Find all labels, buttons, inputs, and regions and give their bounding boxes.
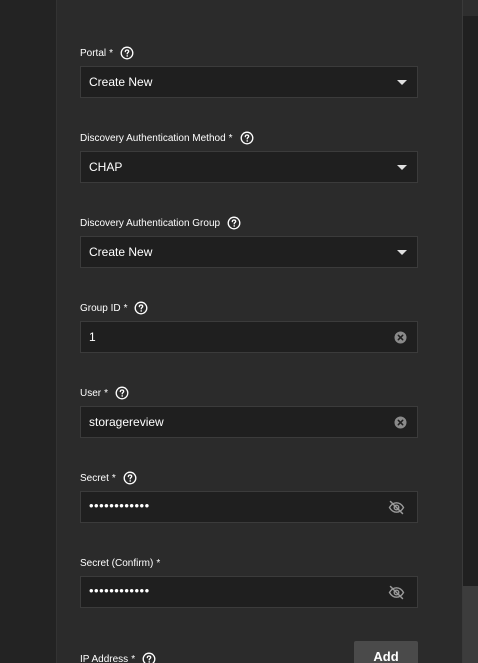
- secret-value: ••••••••••••: [89, 498, 150, 513]
- group-id-value: 1: [89, 330, 96, 344]
- secret-field: Secret * ••••••••••••: [80, 469, 418, 523]
- help-icon[interactable]: [120, 46, 134, 60]
- scrollbar-track[interactable]: [462, 0, 478, 663]
- secret-label: Secret: [80, 472, 109, 484]
- clear-icon[interactable]: [394, 416, 407, 429]
- portal-label: Portal: [80, 47, 107, 59]
- scrollbar-top: [463, 0, 478, 16]
- help-icon[interactable]: [240, 131, 254, 145]
- add-ip-address-button[interactable]: Add: [354, 641, 418, 663]
- help-icon[interactable]: [115, 386, 129, 400]
- portal-select-value: Create New: [89, 75, 153, 89]
- user-label: User: [80, 387, 102, 399]
- required-marker: *: [111, 472, 116, 484]
- caret-down-icon: [397, 80, 407, 85]
- discovery-auth-group-select[interactable]: Create New: [80, 236, 418, 268]
- user-field: User * storagereview: [80, 384, 418, 438]
- eye-off-icon[interactable]: [388, 500, 405, 515]
- help-icon[interactable]: [123, 471, 137, 485]
- discovery-auth-method-field: Discovery Authentication Method * CHAP: [80, 129, 418, 183]
- group-id-field: Group ID * 1: [80, 299, 418, 353]
- secret-confirm-label-row: Secret (Confirm) *: [80, 554, 418, 572]
- secret-label-row: Secret *: [80, 469, 418, 487]
- help-icon[interactable]: [227, 216, 241, 230]
- user-input[interactable]: storagereview: [80, 406, 418, 438]
- group-id-label-row: Group ID *: [80, 299, 418, 317]
- required-marker: *: [109, 47, 114, 59]
- user-value: storagereview: [89, 415, 164, 429]
- discovery-auth-group-value: Create New: [89, 245, 153, 259]
- required-marker: *: [156, 557, 161, 569]
- eye-off-icon[interactable]: [388, 585, 405, 600]
- required-marker: *: [131, 653, 136, 663]
- portal-label-row: Portal *: [80, 44, 418, 62]
- discovery-auth-group-field: Discovery Authentication Group Create Ne…: [80, 214, 418, 268]
- caret-down-icon: [397, 165, 407, 170]
- discovery-auth-method-label: Discovery Authentication Method: [80, 132, 226, 144]
- discovery-auth-method-label-row: Discovery Authentication Method *: [80, 129, 418, 147]
- group-id-input[interactable]: 1: [80, 321, 418, 353]
- secret-confirm-value: ••••••••••••: [89, 583, 150, 598]
- secret-confirm-label: Secret (Confirm): [80, 557, 154, 569]
- required-marker: *: [104, 387, 109, 399]
- group-id-label: Group ID: [80, 302, 121, 314]
- clear-icon[interactable]: [394, 331, 407, 344]
- help-icon[interactable]: [134, 301, 148, 315]
- discovery-auth-method-value: CHAP: [89, 160, 123, 174]
- secret-confirm-input[interactable]: ••••••••••••: [80, 576, 418, 608]
- user-label-row: User *: [80, 384, 418, 402]
- form-panel: Portal * Create New Discovery Authentica…: [0, 0, 478, 663]
- discovery-auth-group-label: Discovery Authentication Group: [80, 217, 221, 229]
- help-icon[interactable]: [142, 652, 156, 663]
- secret-input[interactable]: ••••••••••••: [80, 491, 418, 523]
- required-marker: *: [228, 132, 233, 144]
- discovery-auth-group-label-row: Discovery Authentication Group: [80, 214, 418, 232]
- scrollbar-thumb[interactable]: [463, 586, 478, 663]
- portal-select[interactable]: Create New: [80, 66, 418, 98]
- discovery-auth-method-select[interactable]: CHAP: [80, 151, 418, 183]
- left-gutter: [0, 0, 57, 663]
- ip-address-label: IP Address: [80, 653, 129, 663]
- caret-down-icon: [397, 250, 407, 255]
- portal-field: Portal * Create New: [80, 44, 418, 98]
- secret-confirm-field: Secret (Confirm) * ••••••••••••: [80, 554, 418, 608]
- required-marker: *: [123, 302, 128, 314]
